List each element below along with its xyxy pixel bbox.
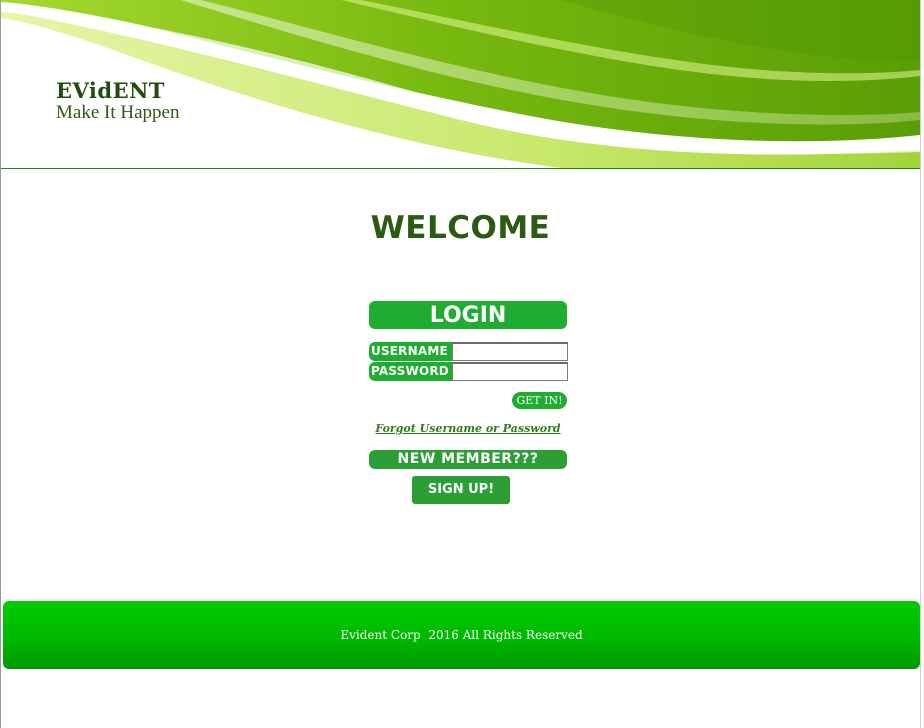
password-label: PASSWORD xyxy=(369,362,452,381)
password-row: PASSWORD xyxy=(369,362,568,381)
footer-copyright: Evident Corp 2016 All Rights Reserved xyxy=(340,628,583,642)
login-heading: LOGIN xyxy=(369,301,567,329)
brand-tagline: Make It Happen xyxy=(56,102,180,123)
header-banner: EVidENT Make It Happen xyxy=(1,0,920,169)
footer: Evident Corp 2016 All Rights Reserved xyxy=(3,601,920,669)
password-input[interactable] xyxy=(452,362,568,381)
username-label: USERNAME xyxy=(369,342,452,361)
username-input[interactable] xyxy=(452,342,568,361)
brand-name: EVidENT xyxy=(56,78,165,103)
forgot-credentials-link[interactable]: Forgot Username or Password xyxy=(369,422,567,435)
sign-up-button[interactable]: SIGN UP! xyxy=(412,476,510,504)
brand-logo: EVidENT Make It Happen xyxy=(56,80,179,122)
new-member-heading: NEW MEMBER??? xyxy=(369,450,567,469)
get-in-button[interactable]: GET IN! xyxy=(512,392,567,409)
username-row: USERNAME xyxy=(369,342,568,361)
welcome-heading: WELCOME xyxy=(370,210,551,246)
